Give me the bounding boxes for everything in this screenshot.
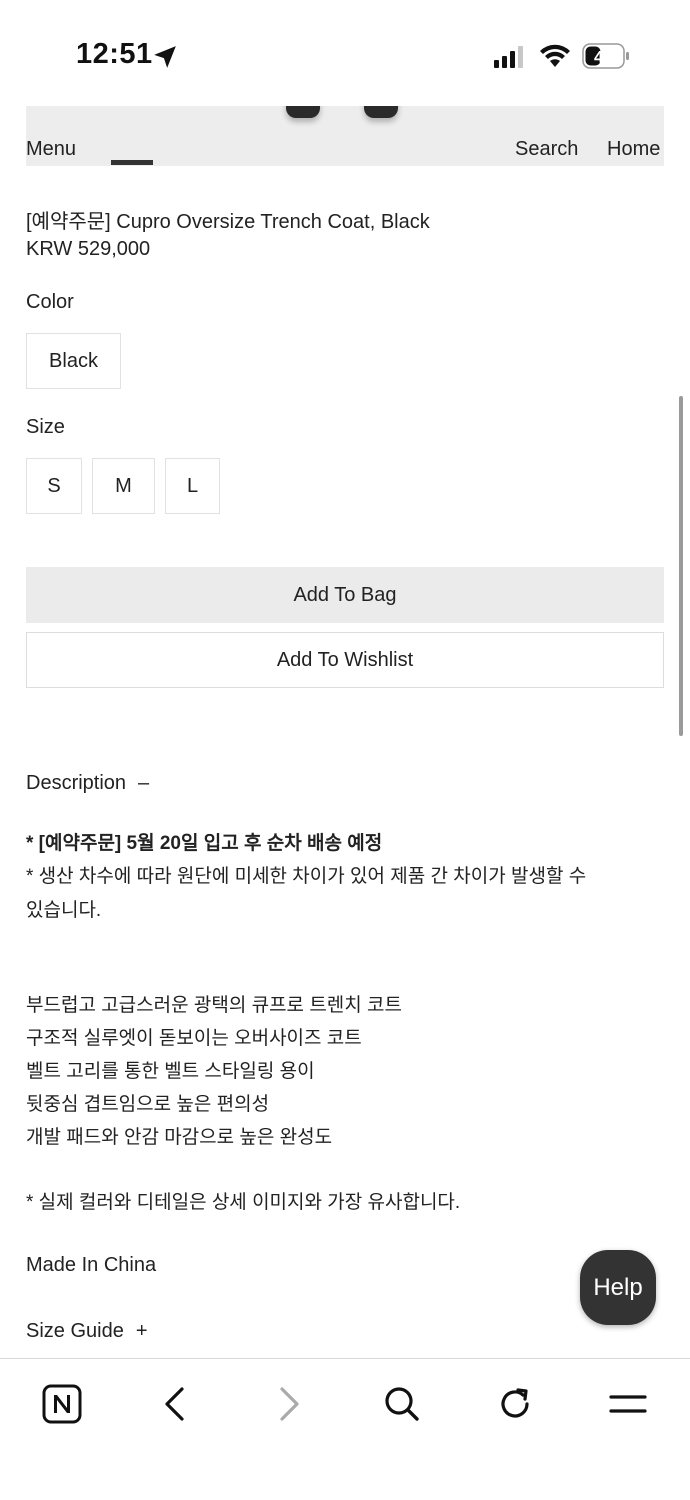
color-option-black[interactable]: Black [26, 333, 121, 389]
menu-link[interactable]: Menu [26, 138, 76, 161]
add-to-wishlist-button[interactable]: Add To Wishlist [26, 632, 664, 688]
naver-n-icon[interactable] [37, 1381, 87, 1427]
feature-line: 뒷중심 겹트임으로 높은 편의성 [26, 1094, 270, 1115]
back-arrow-icon[interactable] [150, 1381, 200, 1427]
description-toggle[interactable]: Description – [26, 772, 149, 795]
size-guide-toggle[interactable]: Size Guide + [26, 1320, 148, 1343]
description-heading: Description [26, 772, 127, 794]
forward-arrow-icon[interactable] [264, 1381, 314, 1427]
menu-icon[interactable] [603, 1381, 653, 1427]
feature-line: 부드럽고 고급스러운 광택의 큐프로 트렌치 코트 [26, 995, 402, 1016]
description-text: 있습니다. [26, 900, 102, 921]
product-title: [예약주문] Cupro Oversize Trench Coat, Black [26, 211, 430, 233]
add-to-bag-button[interactable]: Add To Bag [26, 567, 664, 623]
signal-icon [494, 46, 523, 68]
origin-text: Made In China [26, 1254, 157, 1276]
feature-line: 개발 패드와 안감 마감으로 높은 완성도 [26, 1127, 333, 1148]
page-scrollbar[interactable] [679, 396, 683, 736]
status-bar: 12:51 40 [0, 0, 690, 106]
product-image-detail [286, 106, 320, 118]
size-option-l[interactable]: L [165, 458, 220, 514]
status-time: 12:51 [76, 38, 153, 70]
collapse-icon: – [138, 772, 150, 794]
color-label: Color [26, 291, 74, 313]
feature-line: 구조적 실루엣이 돋보이는 오버사이즈 코트 [26, 1028, 362, 1049]
help-button[interactable]: Help [580, 1250, 656, 1325]
feature-line: 벨트 고리를 통한 벨트 스타일링 용이 [26, 1061, 315, 1082]
expand-icon: + [135, 1320, 148, 1342]
size-guide-heading: Size Guide [26, 1320, 124, 1342]
browser-toolbar [0, 1358, 690, 1500]
preorder-notice: * [예약주문] 5월 20일 입고 후 순차 배송 예정 [26, 833, 383, 854]
product-image-detail [364, 106, 398, 118]
color-note: * 실제 컬러와 디테일은 상세 이미지와 가장 유사합니다. [26, 1192, 461, 1213]
size-label: Size [26, 416, 65, 438]
search-link[interactable]: Search [515, 138, 578, 161]
size-option-m[interactable]: M [92, 458, 155, 514]
product-price: KRW 529,000 [26, 238, 151, 260]
wifi-icon [540, 44, 570, 67]
location-arrow-icon [154, 46, 176, 68]
description-text: * 생산 차수에 따라 원단에 미세한 차이가 있어 제품 간 차이가 발생할 … [26, 866, 587, 887]
image-slide-indicator [111, 160, 153, 165]
battery-level: 40 [594, 48, 613, 67]
refresh-icon[interactable] [490, 1381, 540, 1427]
home-link[interactable]: Home [607, 138, 660, 161]
size-option-s[interactable]: S [26, 458, 82, 514]
search-icon[interactable] [377, 1381, 427, 1427]
battery-icon: 40 [582, 43, 629, 69]
